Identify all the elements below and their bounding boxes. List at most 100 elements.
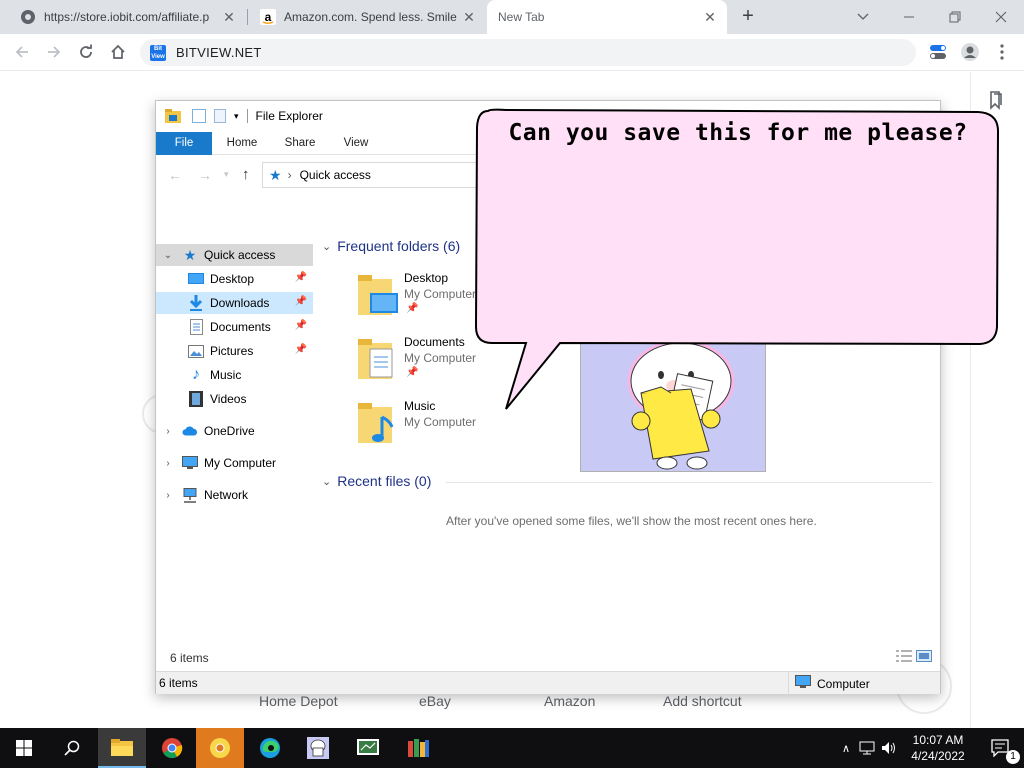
arrow-right-icon[interactable]: → [198,167,212,183]
desktop-icon [188,271,204,287]
nav-music[interactable]: ♪ Music [156,364,313,386]
close-window-button[interactable] [978,0,1024,34]
chevron-up-icon[interactable]: ∧ [836,742,856,755]
close-icon [995,11,1007,23]
close-icon[interactable]: ✕ [220,9,238,26]
tab-new-tab[interactable]: New Tab ✕ [487,0,727,34]
tab-title: New Tab [498,10,545,24]
taskbar-chrome[interactable] [148,728,196,768]
restore-button[interactable] [932,0,978,34]
explorer-title: File Explorer [255,109,323,123]
close-icon[interactable]: ✕ [460,9,478,26]
checkbox-icon[interactable] [192,109,206,123]
address-bar[interactable]: Bit View BITVIEW.NET [140,39,916,66]
tab-iobit[interactable]: https://store.iobit.com/affiliate.p ✕ [0,0,246,34]
notification-center-button[interactable]: 1 [976,728,1024,768]
cloud-icon [182,423,198,439]
arrow-left-icon [15,46,28,58]
extensions-button[interactable] [928,42,948,62]
system-tray: ∧ [836,728,900,768]
desktop-folder-icon [358,275,398,315]
chevron-down-icon: ⌄ [322,240,332,253]
close-icon[interactable]: ✕ [701,9,719,26]
shortcut-ebay[interactable]: eBay [419,693,451,709]
clock-date: 4/24/2022 [911,749,965,763]
frequent-folders-header[interactable]: ⌄ Frequent folders (6) [322,238,460,254]
taskbar-app-orange[interactable] [196,728,244,768]
forward-button[interactable] [42,40,66,64]
ribbon-tab-file[interactable]: File [156,132,212,155]
folder-location: My Computer [404,351,477,365]
folder-name: Music [404,399,436,413]
nav-label: My Computer [204,456,277,470]
taskbar-edge[interactable] [246,728,294,768]
presentation-icon [357,739,379,755]
chevron-right-icon: › [166,425,170,437]
nav-label: OneDrive [204,424,255,438]
nav-downloads[interactable]: Downloads 📌 [156,292,313,314]
item-count: 6 items [170,651,209,665]
nav-quick-access[interactable]: ⌄ ★ Quick access [156,244,313,266]
profile-button[interactable] [960,42,980,62]
taskbar-app-character[interactable] [294,728,342,768]
taskbar-file-explorer[interactable] [98,728,146,768]
start-button[interactable] [0,728,48,768]
music-note-icon: ♪ [192,366,200,383]
globe-icon [20,9,36,25]
home-button[interactable] [106,40,130,64]
restore-icon [949,11,961,23]
pin-icon: 📌 [294,344,307,355]
nav-label: Downloads [210,296,270,310]
nav-desktop[interactable]: Desktop 📌 [156,268,313,290]
large-icons-view-icon[interactable] [916,650,932,662]
nav-pictures[interactable]: Pictures 📌 [156,340,313,362]
network-icon [182,487,198,503]
ribbon-tab-share[interactable]: Share [274,132,326,155]
arrow-left-icon[interactable]: ← [168,167,182,183]
new-tab-button[interactable]: + [737,5,759,27]
clock-time: 10:07 AM [912,733,964,747]
network-icon[interactable] [856,741,878,755]
edge-icon [260,738,280,758]
new-folder-icon[interactable] [214,109,226,123]
folder-location: My Computer [404,415,477,429]
tab-title: Amazon.com. Spend less. Smile m [284,10,460,24]
taskbar-app-presentation[interactable] [344,728,392,768]
notification-badge: 1 [1006,750,1020,764]
minimize-button[interactable] [886,0,932,34]
ribbon-tab-view[interactable]: View [330,132,382,155]
chevron-down-icon[interactable]: ▾ [224,169,229,180]
search-button[interactable] [48,728,96,768]
chrome-canary-icon [210,738,230,758]
nav-label: Network [204,488,249,502]
tab-search-button[interactable] [840,0,886,34]
taskbar-clock[interactable]: 10:07 AM 4/24/2022 [905,732,971,764]
tab-amazon[interactable]: a Amazon.com. Spend less. Smile m ✕ [240,0,486,34]
back-button[interactable] [10,40,34,64]
chevron-down-icon[interactable]: ▾ [234,111,239,122]
nav-videos[interactable]: Videos [156,388,313,410]
taskbar-app-books[interactable] [394,728,442,768]
recent-empty-message: After you've opened some files, we'll sh… [446,514,817,528]
add-shortcut[interactable]: Add shortcut [663,693,742,709]
pin-icon: 📌 [294,296,307,307]
address-text: BITVIEW.NET [176,45,262,60]
ribbon-tab-home[interactable]: Home [216,132,268,155]
pin-icon: 📌 [294,272,307,283]
nav-documents[interactable]: Documents 📌 [156,316,313,338]
arrow-up-icon[interactable]: ↑ [242,166,250,183]
recent-files-header[interactable]: ⌄ Recent files (0) [322,473,431,489]
breadcrumb: Quick access [299,168,371,182]
chevron-down-icon [857,13,869,20]
speaker-icon[interactable] [878,741,900,755]
minimize-icon [904,16,914,18]
nav-onedrive[interactable]: › OneDrive [156,420,313,442]
shortcut-amazon[interactable]: Amazon [544,693,595,709]
pin-icon: 📌 [406,367,419,378]
shortcut-home-depot[interactable]: Home Depot [259,693,338,709]
nav-network[interactable]: › Network [156,484,313,506]
details-view-icon[interactable] [896,650,912,662]
nav-my-computer[interactable]: › My Computer [156,452,313,474]
reload-button[interactable] [74,40,98,64]
menu-button[interactable] [992,42,1012,62]
